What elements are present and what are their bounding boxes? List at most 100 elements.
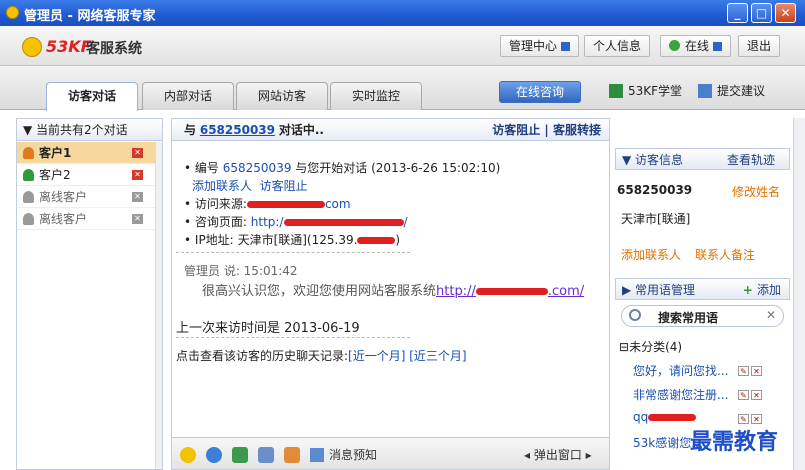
rename-link[interactable]: 修改姓名 bbox=[732, 183, 780, 200]
image-icon[interactable] bbox=[284, 447, 300, 463]
list-scrollbar[interactable] bbox=[155, 142, 162, 469]
contact-note-link[interactable]: 联系人备注 bbox=[695, 246, 755, 263]
chat-header: 与 658250039 对话中.. 访客阻止 | 客服转接 bbox=[172, 119, 609, 141]
info-ip-line: • IP地址: 天津市[联通](125.39.) bbox=[184, 233, 401, 247]
phrase-search-input[interactable]: 搜索常用语 ✕ bbox=[621, 305, 784, 327]
conversation-list-panel: ▼ 当前共有2个对话 客户1 ✕ 客户2 ✕ 离线客户 ✕ 离线客户 ✕ bbox=[16, 118, 163, 470]
conversation-count-header[interactable]: ▼ 当前共有2个对话 bbox=[17, 119, 162, 141]
message-area: • 编号 658250039 与您开始对话 (2013-6-26 15:02:1… bbox=[172, 142, 609, 437]
title-bar: 管理员 - 网络客服专家 _ □ ✕ bbox=[0, 0, 805, 26]
block-visitor-link[interactable]: 访客阻止 bbox=[492, 123, 540, 137]
phrase-item[interactable]: qq bbox=[633, 410, 697, 424]
add-phrase-button[interactable]: + 添加 bbox=[743, 279, 781, 301]
exit-button[interactable]: 退出 bbox=[738, 35, 781, 57]
info-id-line: • 编号 658250039 与您开始对话 (2013-6-26 15:02:1… bbox=[184, 161, 501, 175]
client-item[interactable]: 离线客户 ✕ bbox=[17, 186, 155, 208]
history-1m-link[interactable]: [近一个月] bbox=[348, 349, 405, 363]
phrase-actions: ✎ ✕ bbox=[738, 363, 764, 377]
tab-visitor-chat[interactable]: 访客对话 bbox=[46, 82, 138, 111]
plus-icon: + bbox=[742, 283, 757, 297]
close-chat-icon[interactable]: ✕ bbox=[132, 214, 143, 224]
close-button[interactable]: ✕ bbox=[775, 3, 796, 23]
window-scrollbar[interactable] bbox=[793, 118, 805, 470]
client-item[interactable]: 客户1 ✕ bbox=[17, 142, 155, 164]
visitor-id-link[interactable]: 658250039 bbox=[200, 123, 275, 137]
edit-icon[interactable]: ✎ bbox=[738, 414, 749, 424]
message-text: 很高兴认识您，欢迎您使用网站客服系统http://.com/ bbox=[202, 284, 585, 299]
profile-button[interactable]: 个人信息 bbox=[584, 35, 651, 57]
tab-live-monitor[interactable]: 实时监控 bbox=[330, 82, 422, 110]
online-consult-button[interactable]: 在线咨询 bbox=[499, 81, 581, 103]
expand-arrow-icon[interactable]: ▶ bbox=[622, 283, 635, 297]
category-toggle[interactable]: ⊟未分类(4) bbox=[619, 338, 682, 355]
block-visitor-link-inline[interactable]: 访客阻止 bbox=[260, 179, 308, 193]
feedback-link[interactable]: 提交建议 bbox=[698, 82, 765, 99]
right-arrow-icon: ▸ bbox=[581, 448, 592, 462]
divider bbox=[176, 337, 410, 338]
tab-site-visitors[interactable]: 网站访客 bbox=[236, 82, 328, 110]
collapse-arrow-icon: ▼ bbox=[23, 123, 37, 137]
clear-search-icon[interactable]: ✕ bbox=[766, 308, 776, 322]
left-arrow-icon: ◂ bbox=[524, 448, 534, 462]
info-source-line: • 访问来源: com bbox=[184, 197, 351, 211]
tab-internal-chat[interactable]: 内部对话 bbox=[142, 82, 234, 110]
last-visit: 上一次来访时间是 2013-06-19 bbox=[176, 321, 360, 336]
edit-icon[interactable]: ✎ bbox=[738, 366, 749, 376]
history-3m-link[interactable]: [近三个月] bbox=[409, 349, 466, 363]
phrases-header: ▶ 常用语管理 + 添加 bbox=[615, 278, 790, 300]
visitor-location: 天津市[联通] bbox=[621, 212, 691, 226]
window-title: 管理员 - 网络客服专家 bbox=[24, 9, 156, 24]
watermark: 最需教育 bbox=[690, 429, 779, 455]
manage-center-button[interactable]: 管理中心 bbox=[500, 35, 580, 57]
client-item[interactable]: 离线客户 ✕ bbox=[17, 208, 155, 230]
visitor-info-header: ▼ 访客信息 查看轨迹 bbox=[615, 148, 790, 170]
user-icon bbox=[23, 169, 34, 181]
browser-icon[interactable] bbox=[206, 447, 222, 463]
edit-icon[interactable]: ✎ bbox=[738, 390, 749, 400]
status-button[interactable]: 在线 bbox=[660, 35, 732, 57]
screenshot-icon[interactable] bbox=[232, 447, 248, 463]
dropdown-icon bbox=[561, 42, 571, 51]
app-header: 53KF 客服系统 管理中心 个人信息 在线 退出 bbox=[0, 26, 805, 66]
redacted-text bbox=[648, 414, 697, 421]
collapse-box-icon: ⊟ bbox=[619, 340, 630, 354]
phrase-actions: ✎ ✕ bbox=[738, 411, 764, 425]
close-chat-icon[interactable]: ✕ bbox=[132, 148, 143, 158]
delete-icon[interactable]: ✕ bbox=[751, 366, 762, 376]
phrase-item[interactable]: 您好，请问您找... bbox=[633, 362, 728, 379]
delete-icon[interactable]: ✕ bbox=[751, 390, 762, 400]
app-icon bbox=[6, 6, 19, 19]
user-icon bbox=[23, 147, 34, 159]
chat-actions: 访客阻止 | 客服转接 bbox=[492, 123, 601, 137]
close-chat-icon[interactable]: ✕ bbox=[132, 192, 143, 202]
search-icon bbox=[629, 309, 641, 321]
emoji-icon[interactable] bbox=[180, 447, 196, 463]
file-transfer-icon[interactable] bbox=[258, 447, 274, 463]
delete-icon[interactable]: ✕ bbox=[751, 414, 762, 424]
chat-panel: 与 658250039 对话中.. 访客阻止 | 客服转接 • 编号 65825… bbox=[171, 118, 610, 470]
minimize-button[interactable]: _ bbox=[727, 3, 748, 23]
add-contact-side-link[interactable]: 添加联系人 bbox=[621, 246, 681, 263]
visitor-id: 658250039 bbox=[617, 183, 693, 197]
redacted-text bbox=[475, 288, 548, 295]
maximize-button[interactable]: □ bbox=[751, 3, 772, 23]
dropdown-icon bbox=[713, 42, 723, 51]
info-page-line: • 咨询页面: http:// bbox=[184, 215, 408, 229]
add-contact-link[interactable]: 添加联系人 bbox=[192, 179, 252, 193]
popup-window-button[interactable]: ◂ 弹出窗口 ▸ bbox=[524, 446, 592, 463]
close-chat-icon[interactable]: ✕ bbox=[132, 170, 143, 180]
phrase-actions: ✎ ✕ bbox=[738, 387, 764, 401]
side-panel: ▼ 访客信息 查看轨迹 658250039 修改姓名 天津市[联通] 添加联系人… bbox=[615, 148, 790, 470]
divider bbox=[176, 252, 410, 253]
tab-strip: 访客对话 内部对话 网站访客 实时监控 bbox=[0, 66, 805, 111]
transfer-link[interactable]: 客服转接 bbox=[553, 123, 601, 137]
user-icon bbox=[23, 191, 34, 203]
view-track-link[interactable]: 查看轨迹 bbox=[727, 149, 775, 171]
academy-link[interactable]: 53KF学堂 bbox=[609, 82, 682, 99]
phrase-item[interactable]: 非常感谢您注册... bbox=[633, 386, 728, 403]
feedback-icon bbox=[698, 84, 712, 98]
collapse-arrow-icon[interactable]: ▼ bbox=[622, 153, 635, 167]
redacted-text bbox=[357, 237, 396, 244]
client-item[interactable]: 客户2 ✕ bbox=[17, 164, 155, 186]
message-preview-button[interactable]: 消息预知 bbox=[310, 446, 377, 463]
